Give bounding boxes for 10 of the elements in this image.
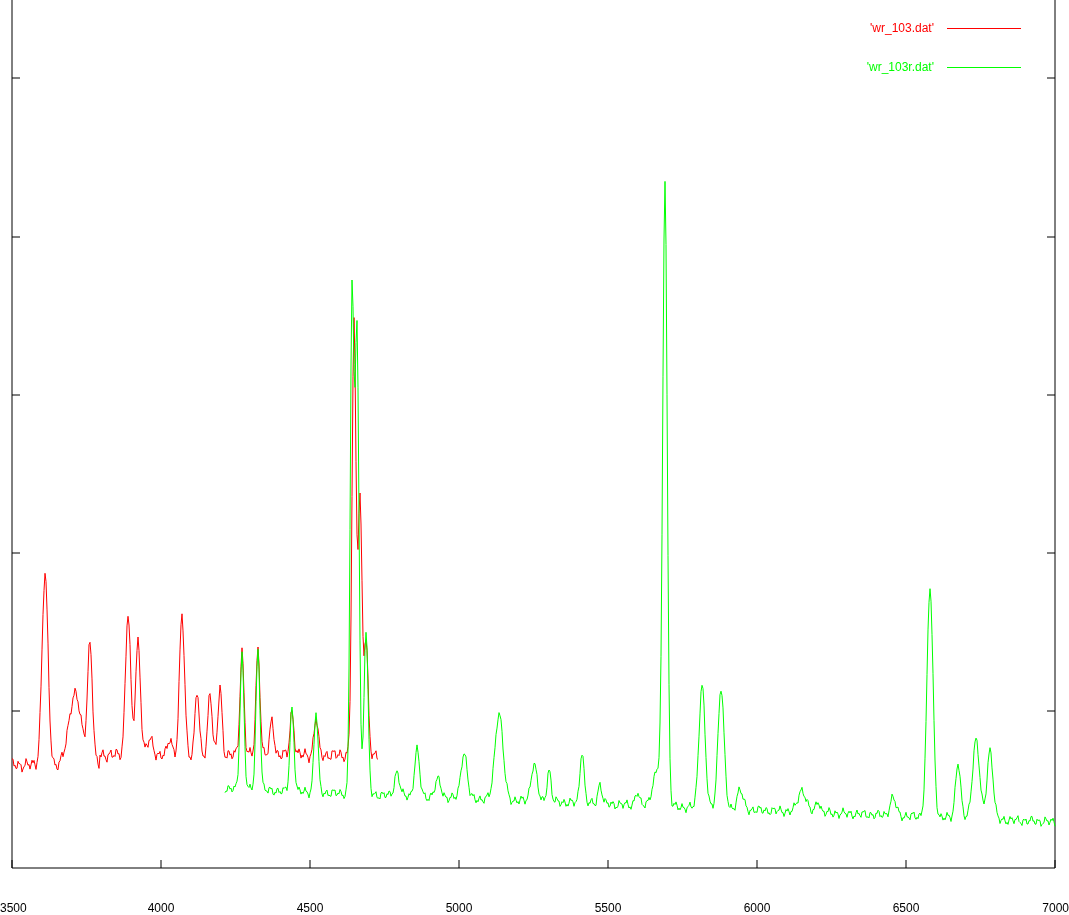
axis-tick-label: 6500 bbox=[892, 901, 920, 915]
legend-label: 'wr_103r.dat' bbox=[866, 60, 934, 74]
axis-tick-label: 5500 bbox=[594, 901, 622, 915]
axis-tick-label: 4000 bbox=[147, 901, 175, 915]
axis-tick-label: 7000 bbox=[1042, 901, 1069, 915]
axis-tick-label: 6000 bbox=[743, 901, 771, 915]
legend-label: 'wr_103.dat' bbox=[870, 21, 934, 35]
axis-tick-label: 3500 bbox=[0, 901, 27, 915]
axis-tick-label: 4500 bbox=[296, 901, 324, 915]
axis-tick-label: 5000 bbox=[445, 901, 473, 915]
